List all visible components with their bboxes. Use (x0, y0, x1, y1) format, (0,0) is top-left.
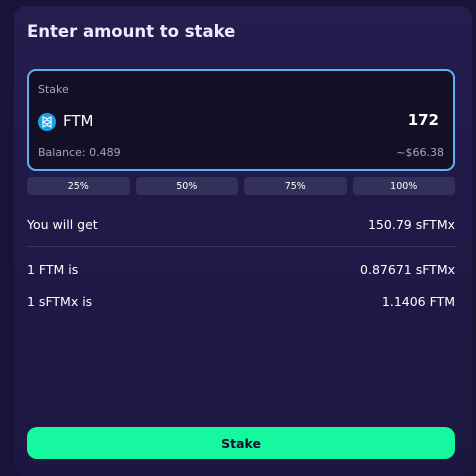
divider (27, 246, 455, 247)
balance-text: Balance: 0.489 (38, 146, 121, 159)
rate-ftm-value: 0.87671 sFTMx (360, 262, 455, 277)
rate-row-sftmx: 1 sFTMx is 1.1406 FTM (27, 294, 455, 309)
receive-value: 150.79 sFTMx (367, 217, 455, 232)
fantom-icon (38, 113, 56, 131)
stake-button[interactable]: Stake (27, 427, 455, 459)
stake-label: Stake (38, 83, 69, 96)
percent-75-button[interactable]: 75% (244, 177, 347, 195)
receive-label: You will get (27, 217, 98, 232)
token-name: FTM (63, 112, 94, 130)
receive-row: You will get 150.79 sFTMx (27, 217, 455, 232)
page-title: Enter amount to stake (27, 22, 236, 41)
percent-buttons: 25% 50% 75% 100% (27, 177, 455, 195)
percent-100-button[interactable]: 100% (352, 177, 455, 195)
percent-25-button[interactable]: 25% (27, 177, 130, 195)
percent-50-button[interactable]: 50% (135, 177, 238, 195)
rate-ftm-label: 1 FTM is (27, 262, 79, 277)
stake-input-box[interactable]: Stake FTM Balance: 0.489 ~$66.38 (27, 69, 455, 171)
rate-sftmx-label: 1 sFTMx is (27, 294, 93, 309)
usd-value: ~$66.38 (396, 146, 444, 159)
amount-input[interactable] (299, 111, 439, 129)
rate-sftmx-value: 1.1406 FTM (381, 294, 455, 309)
rate-row-ftm: 1 FTM is 0.87671 sFTMx (27, 262, 455, 277)
